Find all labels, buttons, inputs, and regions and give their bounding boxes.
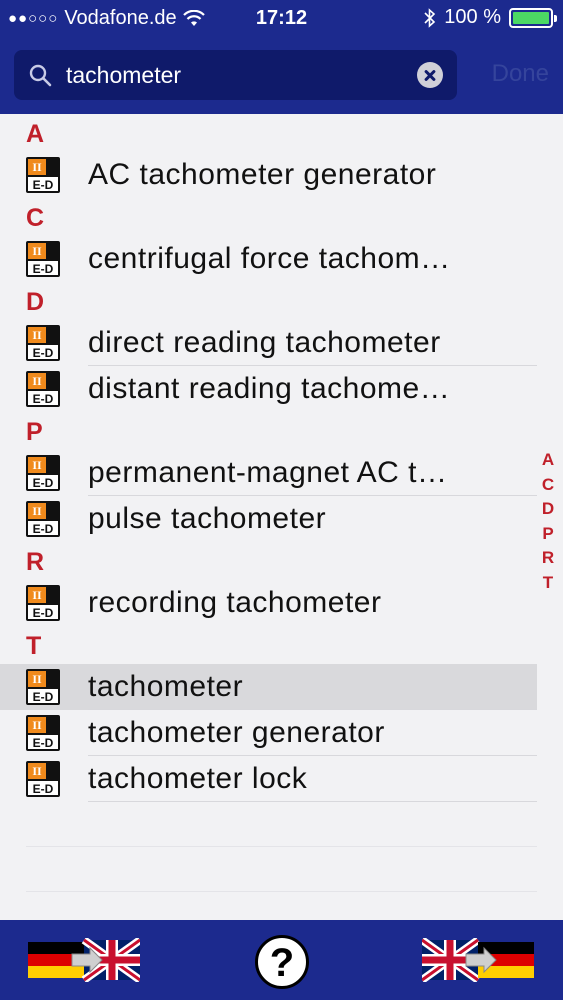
svg-text:II: II [32,718,42,732]
dictionary-e-d-icon: II E-D [25,714,61,752]
list-item-label: AC tachometer generator [88,158,437,191]
list-item-label: centrifugal force tachom… [88,242,451,275]
index-letter-a[interactable]: A [539,448,557,473]
svg-text:E-D: E-D [33,606,54,620]
search-header: Done [0,36,563,114]
svg-text:E-D: E-D [33,736,54,750]
dictionary-e-d-icon: II E-D [25,500,61,538]
list-item-label: recording tachometer [88,586,382,619]
list-item[interactable]: II E-D tachometer [0,664,537,710]
dictionary-e-d-icon: II E-D [25,584,61,622]
svg-text:II: II [32,328,42,342]
section-header-r: R [0,542,537,580]
index-letter-t[interactable]: T [539,571,557,596]
svg-text:II: II [32,504,42,518]
svg-text:E-D: E-D [33,690,54,704]
battery-icon [509,7,557,28]
svg-text:II: II [32,764,42,778]
dictionary-e-d-icon: II E-D [25,240,61,278]
section-header-p: P [0,412,537,450]
clear-search-icon[interactable] [417,62,443,88]
list-item[interactable]: II E-D tachometer lock [0,756,537,802]
list-item-label: direct reading tachometer [88,326,441,359]
svg-text:E-D: E-D [33,476,54,490]
bluetooth-icon [424,7,436,28]
german-to-english-flag-icon[interactable] [28,938,140,982]
list-item-label: pulse tachometer [88,502,327,535]
svg-text:II: II [32,672,42,686]
bottom-toolbar: ? [0,920,563,1000]
index-letter-d[interactable]: D [539,497,557,522]
dictionary-e-d-icon: II E-D [25,454,61,492]
list-item[interactable]: II E-D recording tachometer [0,580,537,626]
empty-row [26,802,537,847]
section-header-d: D [0,282,537,320]
index-letter-r[interactable]: R [539,546,557,571]
index-letter-c[interactable]: C [539,473,557,498]
results-list: A II E-D AC tachometer generator C II E-D centr… [0,114,537,937]
svg-text:II: II [32,160,42,174]
list-item[interactable]: II E-D AC tachometer generator [0,152,537,198]
help-button[interactable]: ? [255,935,309,989]
list-item-label: tachometer [88,670,244,703]
status-bar: ●●○○○ Vodafone.de 17:12 100 % [0,0,563,36]
index-letter-p[interactable]: P [539,522,557,547]
list-item[interactable]: II E-D tachometer generator [0,710,537,756]
svg-text:E-D: E-D [33,782,54,796]
search-field[interactable] [14,50,457,100]
section-header-a: A [0,114,537,152]
svg-text:II: II [32,244,42,258]
svg-text:E-D: E-D [33,178,54,192]
svg-text:II: II [32,458,42,472]
section-header-c: C [0,198,537,236]
list-item[interactable]: II E-D distant reading tachome… [0,366,537,412]
dictionary-e-d-icon: II E-D [25,324,61,362]
dictionary-e-d-icon: II E-D [25,156,61,194]
list-item-label: tachometer lock [88,762,308,795]
search-input[interactable] [66,61,417,89]
list-item[interactable]: II E-D permanent-magnet AC t… [0,450,537,496]
svg-text:E-D: E-D [33,522,54,536]
list-item[interactable]: II E-D centrifugal force tachom… [0,236,537,282]
section-index[interactable]: ACDPRT [539,448,557,595]
svg-text:E-D: E-D [33,392,54,406]
help-icon: ? [269,941,295,985]
list-item-label: distant reading tachome… [88,372,451,405]
done-button[interactable]: Done [492,60,549,88]
list-item[interactable]: II E-D direct reading tachometer [0,320,537,366]
battery-percent: 100 % [444,6,501,28]
search-icon [29,64,52,87]
empty-row [26,847,537,892]
svg-text:E-D: E-D [33,346,54,360]
svg-text:E-D: E-D [33,262,54,276]
svg-text:II: II [32,374,42,388]
dictionary-e-d-icon: II E-D [25,668,61,706]
dictionary-e-d-icon: II E-D [25,760,61,798]
svg-text:II: II [32,588,42,602]
dictionary-e-d-icon: II E-D [25,370,61,408]
list-item-label: permanent-magnet AC t… [88,456,448,489]
list-item[interactable]: II E-D pulse tachometer [0,496,537,542]
list-item-label: tachometer generator [88,716,385,749]
english-to-german-flag-icon[interactable] [422,938,534,982]
section-header-t: T [0,626,537,664]
